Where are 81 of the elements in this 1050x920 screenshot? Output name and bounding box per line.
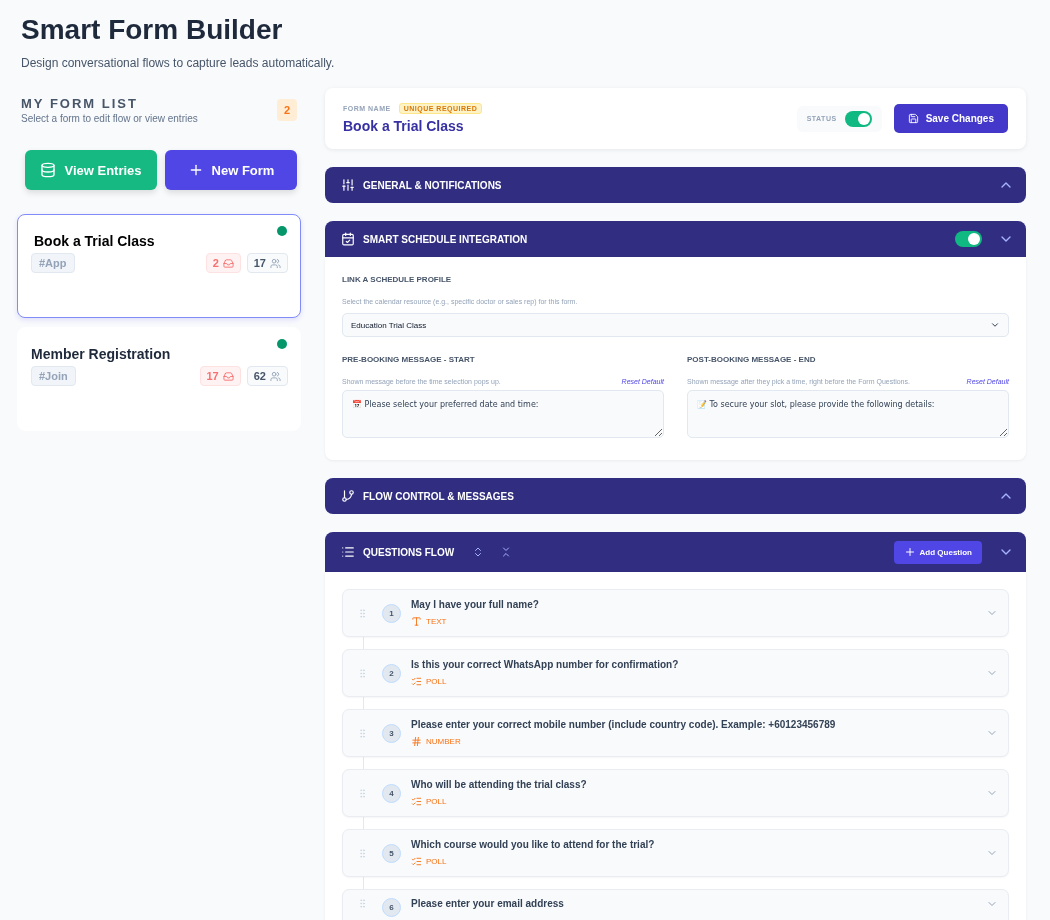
plus-icon [903,546,916,558]
question-number: 1 [382,603,401,623]
chevron-icon [990,320,1000,330]
section-header[interactable]: FLOW CONTROL & MESSAGES [325,478,1026,514]
section-title: GENERAL & NOTIFICATIONS [363,179,502,191]
inbox-count: 2 [205,253,241,273]
list-icon [341,545,355,559]
question-text: Which course would you like to attend for the trial? [411,839,656,850]
question-text: Please enter your correct mobile number (include country code). Example: +60123456789 [411,719,837,730]
page-subtitle: Design conversational flows to capture leads automatically. [21,56,336,70]
inbox-icon [222,370,234,382]
form-name: Member Registration [31,346,172,362]
question-type: POLL [426,857,447,866]
field-label: PRE-BOOKING MESSAGE - START [342,355,476,364]
inbox-count: 17 [199,366,241,386]
save-button[interactable]: Save Changes [893,104,1008,133]
section-header[interactable]: SMART SCHEDULE INTEGRATION [325,221,1026,257]
users-count: 62 [246,366,288,386]
users-icon [270,257,281,269]
form-name-title: Book a Trial Class [343,118,465,134]
inbox-icon [222,257,234,269]
checklist-icon [411,856,422,867]
question-number: 2 [382,663,401,683]
question-type: TEXT [426,617,447,626]
text-type-icon [411,616,422,627]
question-item[interactable]: 3 Please enter your correct mobile number (include country code). Example: +60123456789 NUMBER [342,709,1009,757]
question-text: Is this your correct WhatsApp number for confirmation? [411,659,680,670]
toggle-switch[interactable] [955,231,982,247]
form-tag: #Join [31,366,76,386]
question-type: POLL [426,677,447,686]
section-title: QUESTIONS FLOW [363,546,455,558]
new-form-button[interactable]: New Form [165,150,297,190]
sidebar-title: MY FORM LIST [21,96,139,111]
form-card[interactable]: Book a Trial Class #App 2 17 [17,214,301,318]
drag-handle-icon[interactable] [357,667,368,679]
users-icon [270,370,281,382]
question-type: POLL [426,797,447,806]
checklist-icon [411,796,422,807]
question-number: 5 [382,843,401,863]
question-item[interactable]: 5 Which course would you like to attend for the trial? POLL [342,829,1009,877]
branch-icon [341,489,355,503]
drag-handle-icon[interactable] [357,607,368,619]
question-type: NUMBER [426,737,461,746]
message-field[interactable]: 📅 Please select your preferred date and time: [342,390,664,438]
drag-handle-icon[interactable] [357,847,368,859]
question-item[interactable]: 4 Who will be attending the trial class? POLL [342,769,1009,817]
section-title: FLOW CONTROL & MESSAGES [363,490,514,502]
sliders-icon [341,178,355,192]
drag-handle-icon[interactable] [357,727,368,739]
question-item[interactable]: 2 Is this your correct WhatsApp number for confirmation? POLL [342,649,1009,697]
section-header[interactable]: QUESTIONS FLOW Add Question [325,532,1026,572]
form-tag: #App [31,253,75,273]
hash-icon [411,736,422,747]
field-label: POST-BOOKING MESSAGE - END [687,355,817,364]
form-count-badge: 2 [276,99,297,121]
status-toggle[interactable] [844,110,872,127]
question-text: Who will be attending the trial class? [411,779,588,790]
save-icon [907,113,919,124]
field-label: LINK A SCHEDULE PROFILE [342,275,453,284]
form-name: Book a Trial Class [33,233,156,249]
question-item[interactable]: 6 Please enter your email address [342,889,1009,920]
calendar-icon [341,232,355,246]
sidebar-subtitle: Select a form to edit flow or view entries [21,113,198,124]
question-text: Please enter your email address [411,898,565,909]
question-number: 4 [382,783,401,803]
question-number: 6 [382,898,401,917]
drag-handle-icon[interactable] [357,787,368,799]
database-icon [40,162,57,178]
drag-handle-icon[interactable] [357,898,368,909]
question-number: 3 [382,723,401,743]
section-header[interactable]: GENERAL & NOTIFICATIONS [325,167,1026,203]
checklist-icon [411,676,422,687]
page-title: Smart Form Builder [21,14,284,46]
section-title: SMART SCHEDULE INTEGRATION [363,233,528,245]
question-item[interactable]: 1 May I have your full name? TEXT [342,589,1009,637]
question-text: May I have your full name? [411,599,540,610]
message-field[interactable]: 📝 To secure your slot, please provide the following details: [687,390,1009,438]
users-count: 17 [246,253,288,273]
form-card[interactable]: Member Registration #Join 17 62 [17,327,301,431]
add-question-button[interactable]: Add Question [893,540,982,564]
profile-select[interactable]: Education Trial Class [342,313,1009,337]
